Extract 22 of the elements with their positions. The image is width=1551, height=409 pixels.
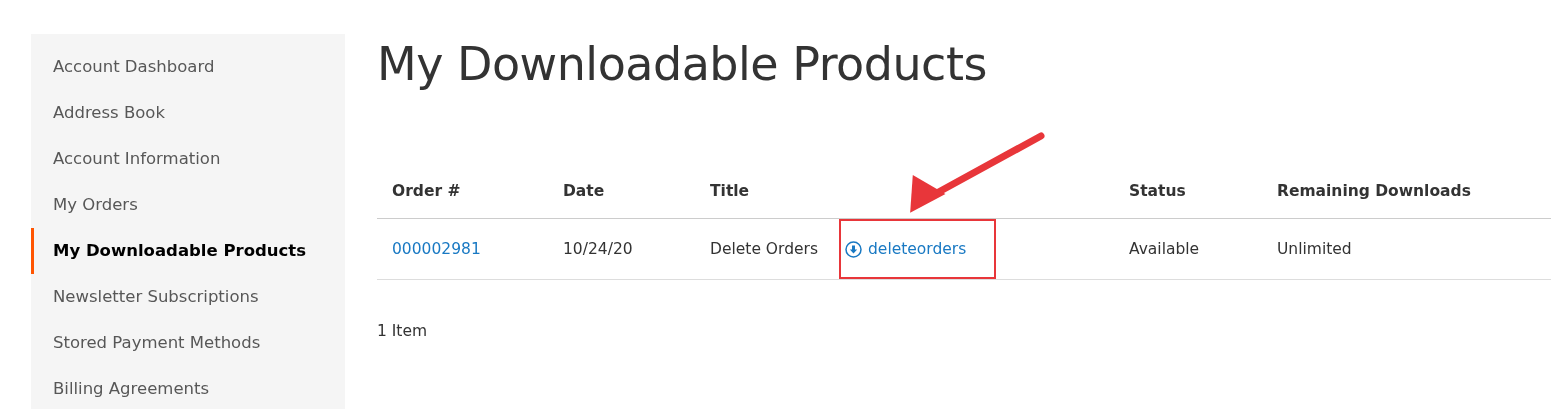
sidebar-item[interactable]: Stored Payment Methods xyxy=(31,320,345,366)
sidebar-item[interactable]: Account Information xyxy=(31,136,345,182)
table-cell: Available xyxy=(1129,240,1200,258)
item-count: 1 Item xyxy=(377,322,428,340)
sidebar-item[interactable]: My Downloadable Products xyxy=(31,228,345,274)
download-icon xyxy=(845,240,862,258)
sidebar-item[interactable]: Billing Agreements xyxy=(31,366,345,409)
table-cell: 10/24/20 xyxy=(563,240,633,258)
table-cell: Unlimited xyxy=(1277,240,1352,258)
sidebar-item[interactable]: Account Dashboard xyxy=(31,44,345,90)
sidebar-item[interactable]: My Orders xyxy=(31,182,345,228)
sidebar-item[interactable]: Newsletter Subscriptions xyxy=(31,274,345,320)
column-header: Order # xyxy=(392,182,461,200)
table-cell: Delete Orders xyxy=(710,240,818,258)
page-title: My Downloadable Products xyxy=(377,36,988,93)
sidebar-item[interactable]: Address Book xyxy=(31,90,345,136)
order-link[interactable]: 000002981 xyxy=(392,240,481,258)
download-link[interactable]: deleteorders xyxy=(845,240,967,258)
column-header: Remaining Downloads xyxy=(1277,182,1471,200)
column-header: Title xyxy=(710,182,750,200)
column-header: Status xyxy=(1129,182,1186,200)
column-header: Date xyxy=(563,182,605,200)
